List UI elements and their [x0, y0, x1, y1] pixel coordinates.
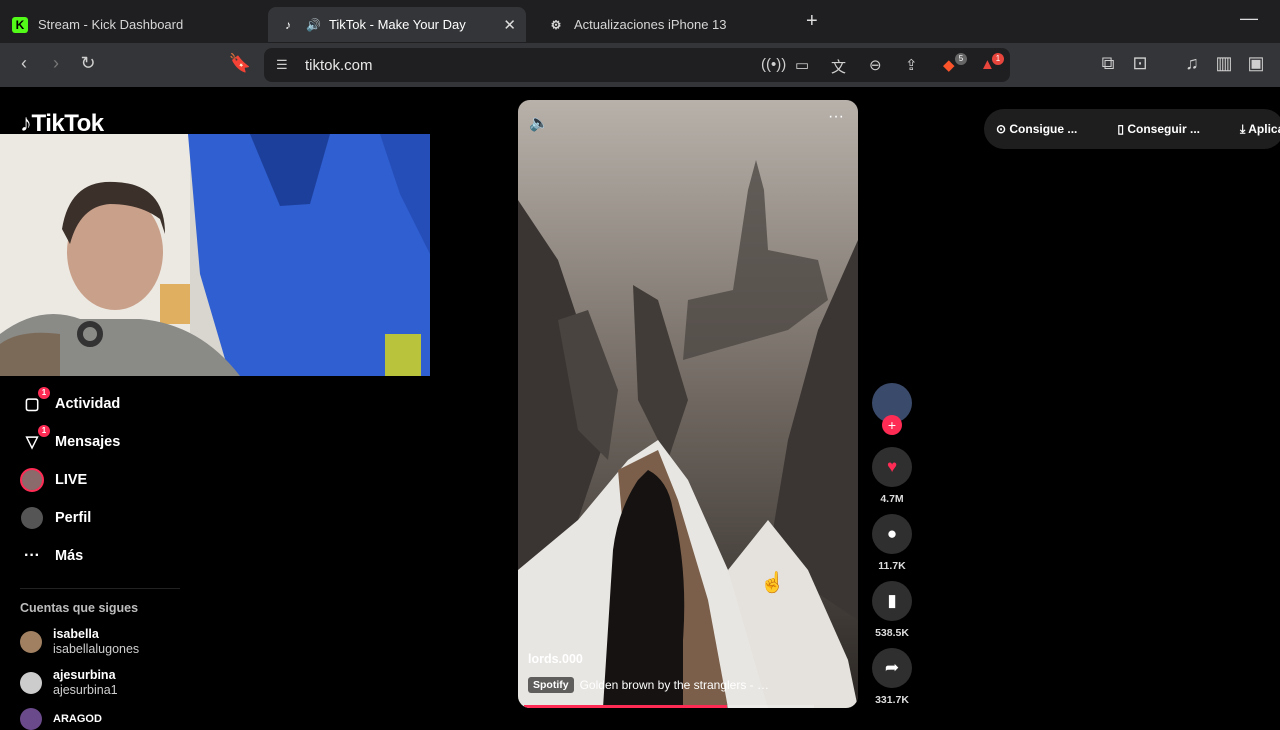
- following-title: Cuentas que sigues: [20, 601, 139, 615]
- media-icon[interactable]: ♫: [1180, 53, 1204, 74]
- following-account[interactable]: isabella isabellalugones: [20, 627, 139, 657]
- share-button[interactable]: ➦ 331.7K: [870, 648, 914, 706]
- nav-label: Más: [55, 548, 84, 564]
- avatar: [20, 631, 42, 653]
- site-settings-icon[interactable]: ☰: [276, 57, 288, 73]
- video-frame: [518, 100, 858, 708]
- reader-icon[interactable]: ⊡: [1128, 53, 1152, 74]
- more-options-icon[interactable]: ···: [828, 108, 844, 126]
- comment-count: 11.7K: [878, 560, 906, 572]
- get-app-link[interactable]: ▯ Conseguir ...: [1117, 122, 1220, 136]
- account-username: ajesurbina1: [53, 683, 118, 697]
- divider: [20, 588, 180, 589]
- bookmark-icon: ▮: [872, 581, 912, 621]
- messages-badge: 1: [38, 425, 50, 437]
- brave-badge: 5: [955, 53, 967, 65]
- heart-icon: ♥: [872, 447, 912, 487]
- browser-toolbar: ‹ › ↻ 🔖 ☰ tiktok.com ((•)) ▭ 文 ⊖ ⇪ ◆ 5 ▲…: [0, 43, 1280, 87]
- profile-icon: [20, 506, 44, 530]
- live-icon: [20, 468, 44, 492]
- spotify-tag: Spotify: [528, 677, 574, 693]
- account-name: ARAGOD: [53, 712, 102, 725]
- save-count: 538.5K: [875, 627, 909, 639]
- hand-cursor-icon: ☝: [760, 572, 785, 594]
- avatar: [20, 708, 42, 730]
- extensions-icon[interactable]: ⧉: [1096, 53, 1120, 74]
- nav-label: Perfil: [55, 510, 92, 526]
- get-app-bar: ⊙ Consigue ... ▯ Conseguir ... ⤓ Aplicac…: [984, 109, 1280, 149]
- chatgpt-icon: ⚙: [550, 17, 562, 32]
- video-progress[interactable]: [524, 705, 814, 708]
- tab-title: Actualizaciones iPhone 13: [574, 17, 727, 32]
- nav-live[interactable]: LIVE: [20, 468, 87, 492]
- activity-icon: ▢ 1: [20, 387, 50, 416]
- nav-messages[interactable]: ▽ 1 Mensajes: [20, 425, 121, 454]
- close-tab-icon[interactable]: ✕: [503, 16, 516, 34]
- rewards-badge: 1: [992, 53, 1004, 65]
- share-count: 331.7K: [875, 694, 909, 706]
- nav-label: Mensajes: [55, 434, 121, 450]
- minimize-button[interactable]: —: [1240, 8, 1258, 29]
- forward-button[interactable]: ›: [44, 53, 68, 74]
- translate-icon[interactable]: 文: [831, 56, 846, 77]
- comment-button[interactable]: ● 11.7K: [870, 514, 914, 572]
- tab-title: Stream - Kick Dashboard: [38, 17, 184, 32]
- get-coins-link[interactable]: ⊙ Consigue ...: [996, 122, 1097, 136]
- video-author[interactable]: lords.000: [528, 652, 583, 666]
- nav-activity[interactable]: ▢ 1 Actividad: [20, 387, 121, 416]
- tab-chatgpt[interactable]: ⚙ Actualizaciones iPhone 13: [536, 7, 796, 42]
- following-account[interactable]: ARAGOD: [20, 708, 102, 730]
- share-icon[interactable]: ⇪: [905, 56, 918, 74]
- nav-more[interactable]: ··· Más: [20, 544, 83, 568]
- more-icon: ···: [24, 547, 40, 564]
- back-button[interactable]: ‹: [12, 53, 36, 74]
- webcam-overlay: [0, 134, 430, 376]
- account-username: isabellalugones: [53, 642, 140, 656]
- video-player[interactable]: 🔈 ··· lords.000 Spotify Golden brown by …: [518, 100, 858, 708]
- wallet-icon[interactable]: ▣: [1244, 53, 1268, 74]
- tiktok-icon: ♪: [20, 110, 32, 137]
- address-bar[interactable]: ☰ tiktok.com ((•)) ▭ 文 ⊖ ⇪ ◆ 5 ▲ 1: [264, 48, 1010, 82]
- brave-shields-icon[interactable]: ◆: [943, 56, 955, 74]
- new-tab-button[interactable]: +: [806, 10, 818, 33]
- avatar: [20, 672, 42, 694]
- browser-tab-bar: K Stream - Kick Dashboard ♪ 🔊 TikTok - M…: [0, 0, 1280, 43]
- account-name: isabella: [53, 627, 99, 641]
- audio-icon[interactable]: 🔊: [306, 18, 321, 32]
- tab-kick[interactable]: K Stream - Kick Dashboard: [0, 7, 256, 42]
- progress-fill: [524, 705, 727, 708]
- follow-plus-icon[interactable]: +: [882, 415, 902, 435]
- messages-icon: ▽ 1: [20, 425, 50, 454]
- activity-badge: 1: [38, 387, 50, 399]
- nav-label: Actividad: [55, 396, 121, 412]
- nav-label: LIVE: [55, 472, 88, 488]
- share-arrow-icon: ➦: [872, 648, 912, 688]
- like-button[interactable]: ♥ 4.7M: [870, 447, 914, 505]
- tab-title: TikTok - Make Your Day: [328, 17, 466, 32]
- comment-icon: ●: [872, 514, 912, 554]
- reload-button[interactable]: ↻: [76, 53, 100, 74]
- account-name: ajesurbina: [53, 668, 116, 682]
- bookmark-icon[interactable]: 🔖: [228, 53, 252, 74]
- cast-icon[interactable]: ▭: [795, 56, 809, 74]
- music-title: Golden brown by the stranglers - …: [579, 678, 770, 692]
- video-music[interactable]: Spotify Golden brown by the stranglers -…: [528, 677, 769, 693]
- volume-icon[interactable]: 🔈: [529, 113, 549, 133]
- kick-icon: K: [12, 16, 28, 33]
- creator-avatar[interactable]: +: [870, 383, 914, 435]
- save-button[interactable]: ▮ 538.5K: [870, 581, 914, 639]
- following-account[interactable]: ajesurbina ajesurbina1: [20, 668, 118, 698]
- like-count: 4.7M: [880, 493, 904, 505]
- download-app-link[interactable]: ⤓ Aplicación: [1240, 122, 1280, 137]
- nav-profile[interactable]: Perfil: [20, 506, 91, 530]
- zoom-out-icon[interactable]: ⊖: [869, 56, 882, 74]
- broadcast-icon[interactable]: ((•)): [761, 56, 786, 73]
- url-text: tiktok.com: [305, 57, 373, 74]
- tiktok-icon: ♪: [285, 17, 291, 32]
- sidebar-icon[interactable]: ▥: [1212, 53, 1236, 74]
- tab-tiktok[interactable]: ♪ 🔊 TikTok - Make Your Day ✕: [268, 7, 526, 42]
